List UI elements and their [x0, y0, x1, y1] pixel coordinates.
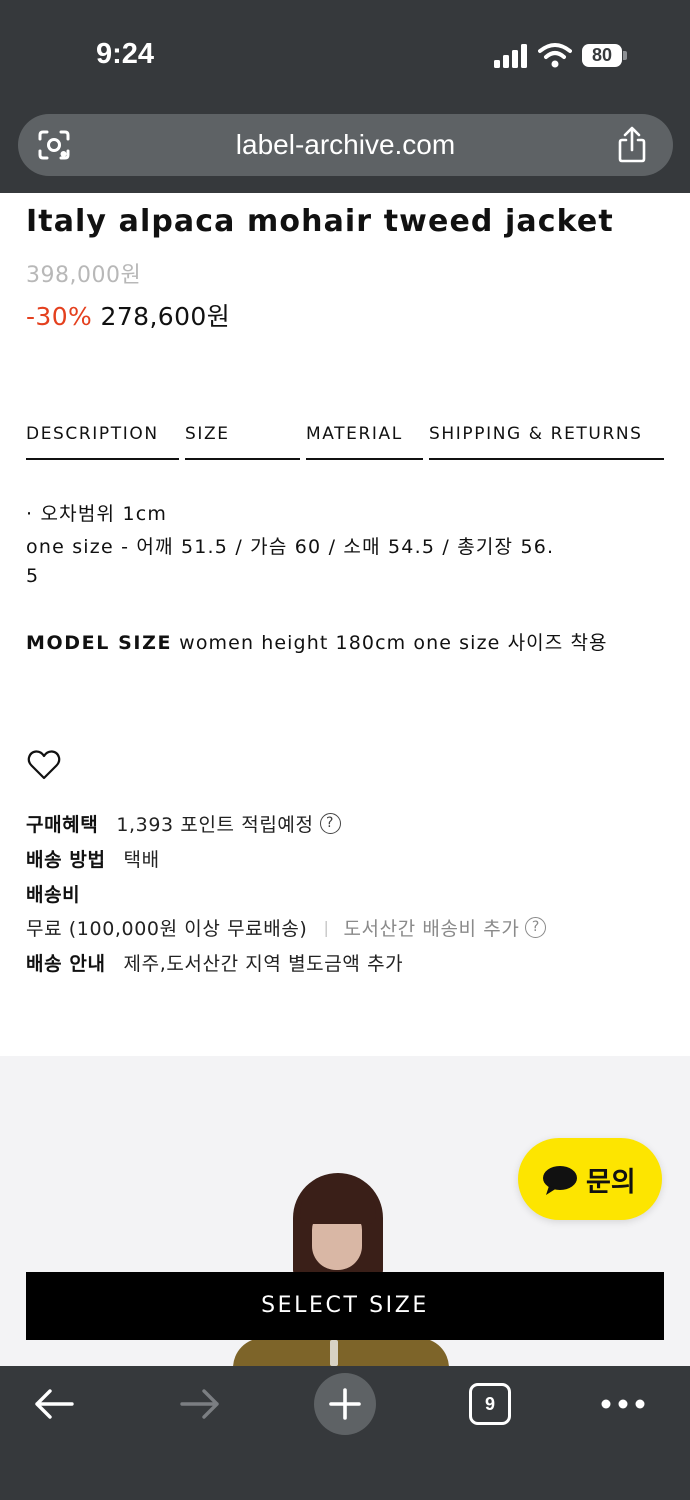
shipping-notice-value: 제주,도서산간 지역 별도금액 추가: [123, 953, 404, 975]
shipping-fee-row: 무료 (100,000원 이상 무료배송) | 도서산간 배송비 추가 ?: [26, 914, 547, 941]
island-shipping-fee: 도서산간 배송비 추가: [343, 918, 520, 940]
new-tab-button[interactable]: [314, 1373, 376, 1435]
inquiry-chat-button[interactable]: 문의: [518, 1138, 662, 1220]
discount-rate: -30%: [26, 302, 93, 331]
tab-shipping-returns[interactable]: SHIPPING & RETURNS: [429, 424, 664, 460]
shipping-notice-row: 배송 안내 제주,도서산간 지역 별도금액 추가: [26, 949, 403, 976]
tab-description[interactable]: DESCRIPTION: [26, 424, 179, 460]
browser-bottom-toolbar: 9: [0, 1366, 690, 1500]
size-measurements: one size - 어깨 51.5 / 가슴 60 / 소매 54.5 / 총…: [26, 536, 555, 558]
model-size-text: women height 180cm one size 사이즈 착용: [172, 632, 608, 654]
model-jacket-zip: [330, 1340, 338, 1366]
chat-bubble-icon: [543, 1166, 577, 1195]
wishlist-heart-icon[interactable]: [27, 749, 61, 781]
battery-tip: [623, 51, 627, 60]
size-measurements-wrap: 5: [26, 565, 40, 587]
delivery-method-label: 배송 방법: [26, 849, 106, 871]
sale-price-line: -30% 278,600원: [26, 297, 230, 333]
plus-icon: [329, 1388, 361, 1420]
inquiry-label: 문의: [586, 1167, 636, 1198]
model-size-label: MODEL SIZE: [26, 632, 173, 654]
address-bar[interactable]: label-archive.com: [18, 114, 673, 176]
shipping-fee-value: 무료 (100,000원 이상 무료배송): [26, 918, 308, 940]
status-time: 9:24: [96, 38, 155, 70]
delivery-method-row: 배송 방법 택배: [26, 845, 160, 872]
shipping-fee-label: 배송비: [26, 884, 81, 906]
model-jacket: [233, 1338, 449, 1366]
model-size: MODEL SIZE women height 180cm one size 사…: [26, 628, 608, 655]
battery-indicator: 80: [582, 44, 622, 67]
url-text[interactable]: label-archive.com: [18, 129, 673, 161]
sale-price: 278,600원: [100, 302, 231, 331]
shipping-fee-label-row: 배송비: [26, 880, 98, 907]
tab-size[interactable]: SIZE: [185, 424, 300, 460]
more-options-icon[interactable]: [600, 1398, 646, 1410]
back-arrow-icon[interactable]: [32, 1386, 76, 1422]
share-icon[interactable]: [616, 126, 648, 164]
select-size-button[interactable]: SELECT SIZE: [26, 1272, 664, 1340]
delivery-method-value: 택배: [123, 849, 160, 871]
separator: |: [323, 918, 330, 937]
tab-switcher-button[interactable]: 9: [469, 1383, 511, 1425]
product-title: Italy alpaca mohair tweed jacket: [26, 204, 614, 239]
shipping-notice-label: 배송 안내: [26, 953, 106, 975]
wifi-icon: [538, 43, 572, 68]
purchase-benefit-row: 구매혜택 1,393 포인트 적립예정 ?: [26, 810, 341, 837]
cellular-signal-icon: [494, 44, 530, 68]
benefit-value: 1,393 포인트 적립예정: [116, 814, 314, 836]
forward-arrow-icon[interactable]: [178, 1386, 222, 1422]
help-icon[interactable]: ?: [319, 813, 341, 834]
help-icon[interactable]: ?: [525, 917, 547, 938]
original-price: 398,000원: [26, 263, 142, 288]
tab-material[interactable]: MATERIAL: [306, 424, 423, 460]
benefit-label: 구매혜택: [26, 814, 99, 836]
browser-top-chrome: 9:24 80 label-archive.com: [0, 0, 690, 193]
size-tolerance: · 오차범위 1cm: [26, 503, 168, 525]
